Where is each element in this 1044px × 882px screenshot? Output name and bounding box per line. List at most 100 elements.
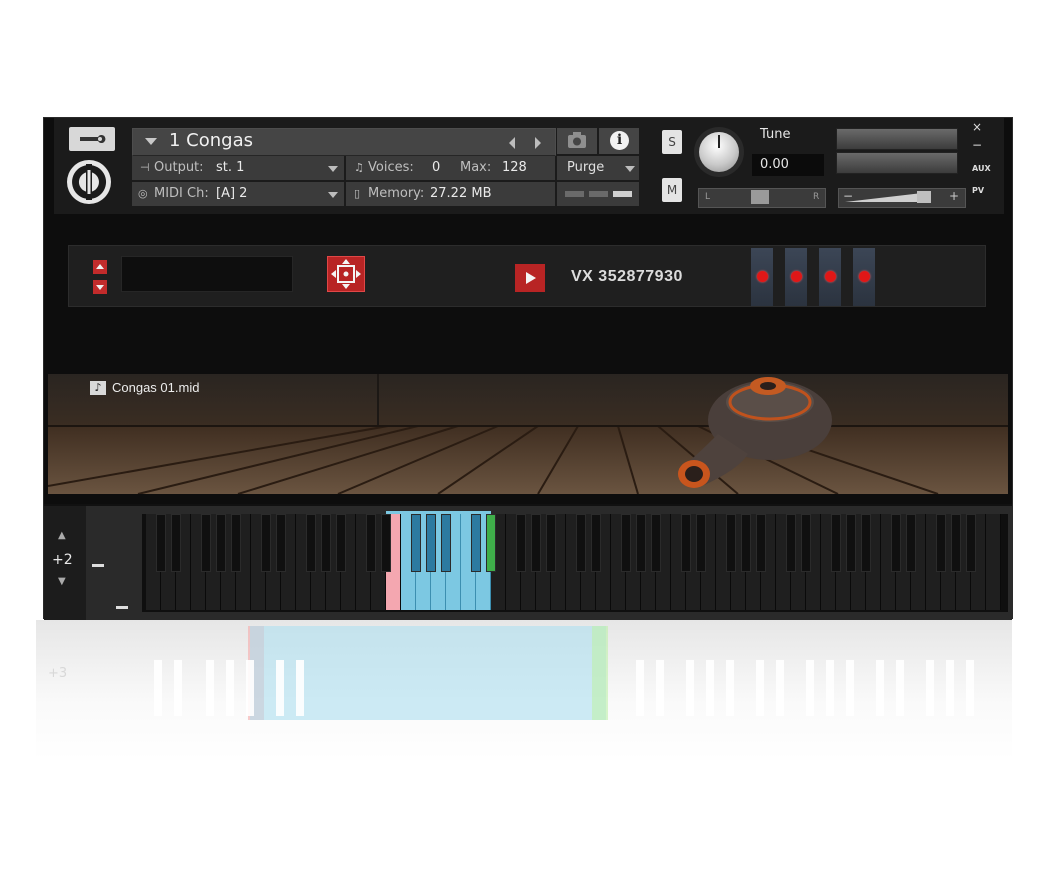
black-key[interactable]: [381, 514, 391, 572]
pattern-down-button[interactable]: [93, 280, 107, 294]
next-instrument-icon[interactable]: [535, 137, 541, 149]
black-key[interactable]: [516, 514, 526, 572]
black-key[interactable]: [441, 514, 451, 572]
black-key[interactable]: [786, 514, 796, 572]
black-key[interactable]: [531, 514, 541, 572]
black-key[interactable]: [486, 514, 496, 572]
octave-up-icon[interactable]: ▲: [58, 530, 66, 541]
black-key[interactable]: [216, 514, 226, 572]
black-key[interactable]: [681, 514, 691, 572]
instrument-name-bar[interactable]: 1 Congas: [132, 128, 556, 156]
aux-button[interactable]: AUX: [972, 164, 991, 173]
octave-shift-control[interactable]: ▲ +2 ▼: [44, 506, 86, 620]
black-key[interactable]: [156, 514, 166, 572]
black-key[interactable]: [591, 514, 601, 572]
midi-channel-selector[interactable]: ◎ MIDI Ch: [A] 2: [132, 182, 344, 206]
piano-keyboard[interactable]: [142, 511, 1008, 612]
close-button[interactable]: ×: [972, 120, 982, 134]
max-voices-value[interactable]: 128: [502, 156, 527, 180]
black-key[interactable]: [891, 514, 901, 572]
pad-fader-2[interactable]: [785, 248, 807, 306]
pattern-up-button[interactable]: [93, 260, 107, 274]
black-key[interactable]: [726, 514, 736, 572]
black-key[interactable]: [576, 514, 586, 572]
pattern-name: VX 352877930: [571, 268, 683, 285]
black-key[interactable]: [621, 514, 631, 572]
volume-plus[interactable]: +: [949, 189, 959, 203]
black-key[interactable]: [321, 514, 331, 572]
black-key[interactable]: [366, 514, 376, 572]
black-key[interactable]: [756, 514, 766, 572]
black-key[interactable]: [966, 514, 976, 572]
black-key[interactable]: [831, 514, 841, 572]
black-key[interactable]: [471, 514, 481, 572]
octave-down-icon[interactable]: ▼: [58, 576, 66, 587]
snapshot-camera-button[interactable]: [557, 128, 597, 154]
volume-slider[interactable]: − +: [838, 188, 966, 208]
instrument-name[interactable]: 1 Congas: [169, 130, 253, 151]
black-key[interactable]: [261, 514, 271, 572]
output-value: st. 1: [216, 160, 245, 175]
black-key[interactable]: [546, 514, 556, 572]
drag-move-button[interactable]: [327, 256, 365, 292]
solo-button[interactable]: S: [662, 130, 682, 154]
pad-fader-3[interactable]: [819, 248, 841, 306]
voices-label: Voices:: [368, 160, 414, 175]
info-button[interactable]: i: [599, 128, 639, 154]
midi-channel-label: MIDI Ch:: [154, 186, 209, 201]
black-key[interactable]: [171, 514, 181, 572]
pattern-name-field[interactable]: [121, 256, 293, 292]
white-key[interactable]: [986, 514, 1001, 610]
reflection-key: [174, 660, 182, 716]
black-key[interactable]: [936, 514, 946, 572]
play-button[interactable]: [515, 264, 545, 292]
pan-slider-thumb[interactable]: [751, 190, 769, 204]
black-key[interactable]: [906, 514, 916, 572]
purge-menu[interactable]: Purge: [557, 156, 639, 180]
black-key[interactable]: [651, 514, 661, 572]
black-key[interactable]: [696, 514, 706, 572]
tune-knob[interactable]: [694, 127, 744, 177]
reflection-key: [896, 660, 904, 716]
reflection-key: [756, 660, 764, 716]
pan-slider[interactable]: L R: [698, 188, 826, 208]
camera-icon: [568, 132, 586, 148]
output-label: Output:: [154, 160, 204, 175]
reflection-key: [806, 660, 814, 716]
midi-channel-value: [A] 2: [216, 186, 248, 201]
black-key[interactable]: [846, 514, 856, 572]
black-key[interactable]: [231, 514, 241, 572]
pan-right-label: R: [813, 192, 820, 202]
instrument-header: 1 Congas i ⊣ Output: st. 1 ♫ Voices: 0 M…: [54, 118, 1004, 214]
previous-instrument-icon[interactable]: [509, 137, 515, 149]
tune-value[interactable]: 0.00: [752, 154, 824, 176]
black-key[interactable]: [426, 514, 436, 572]
black-key[interactable]: [951, 514, 961, 572]
pv-button[interactable]: PV: [972, 186, 984, 195]
mute-button[interactable]: M: [662, 178, 682, 202]
black-key[interactable]: [306, 514, 316, 572]
pitch-indicator: [92, 564, 104, 567]
black-key[interactable]: [201, 514, 211, 572]
volume-slider-thumb[interactable]: [917, 191, 931, 203]
black-key[interactable]: [276, 514, 286, 572]
minimize-button[interactable]: −: [972, 138, 982, 152]
output-selector[interactable]: ⊣ Output: st. 1: [132, 156, 344, 180]
wrench-icon[interactable]: [69, 127, 115, 151]
black-key[interactable]: [801, 514, 811, 572]
memory-icon: ▯: [354, 187, 361, 200]
midi-file-name[interactable]: Congas 01.mid: [112, 380, 199, 395]
memory-value: 27.22 MB: [430, 186, 492, 201]
black-key[interactable]: [336, 514, 346, 572]
move-arrows-icon: [331, 259, 361, 289]
reflection-key: [826, 660, 834, 716]
black-key[interactable]: [861, 514, 871, 572]
black-key[interactable]: [411, 514, 421, 572]
pad-fader-4[interactable]: [853, 248, 875, 306]
pad-fader-1[interactable]: [751, 248, 773, 306]
black-key[interactable]: [636, 514, 646, 572]
tune-label: Tune: [752, 124, 824, 146]
reflection-key: [656, 660, 664, 716]
instrument-menu-chevron-icon[interactable]: [145, 138, 157, 145]
black-key[interactable]: [741, 514, 751, 572]
